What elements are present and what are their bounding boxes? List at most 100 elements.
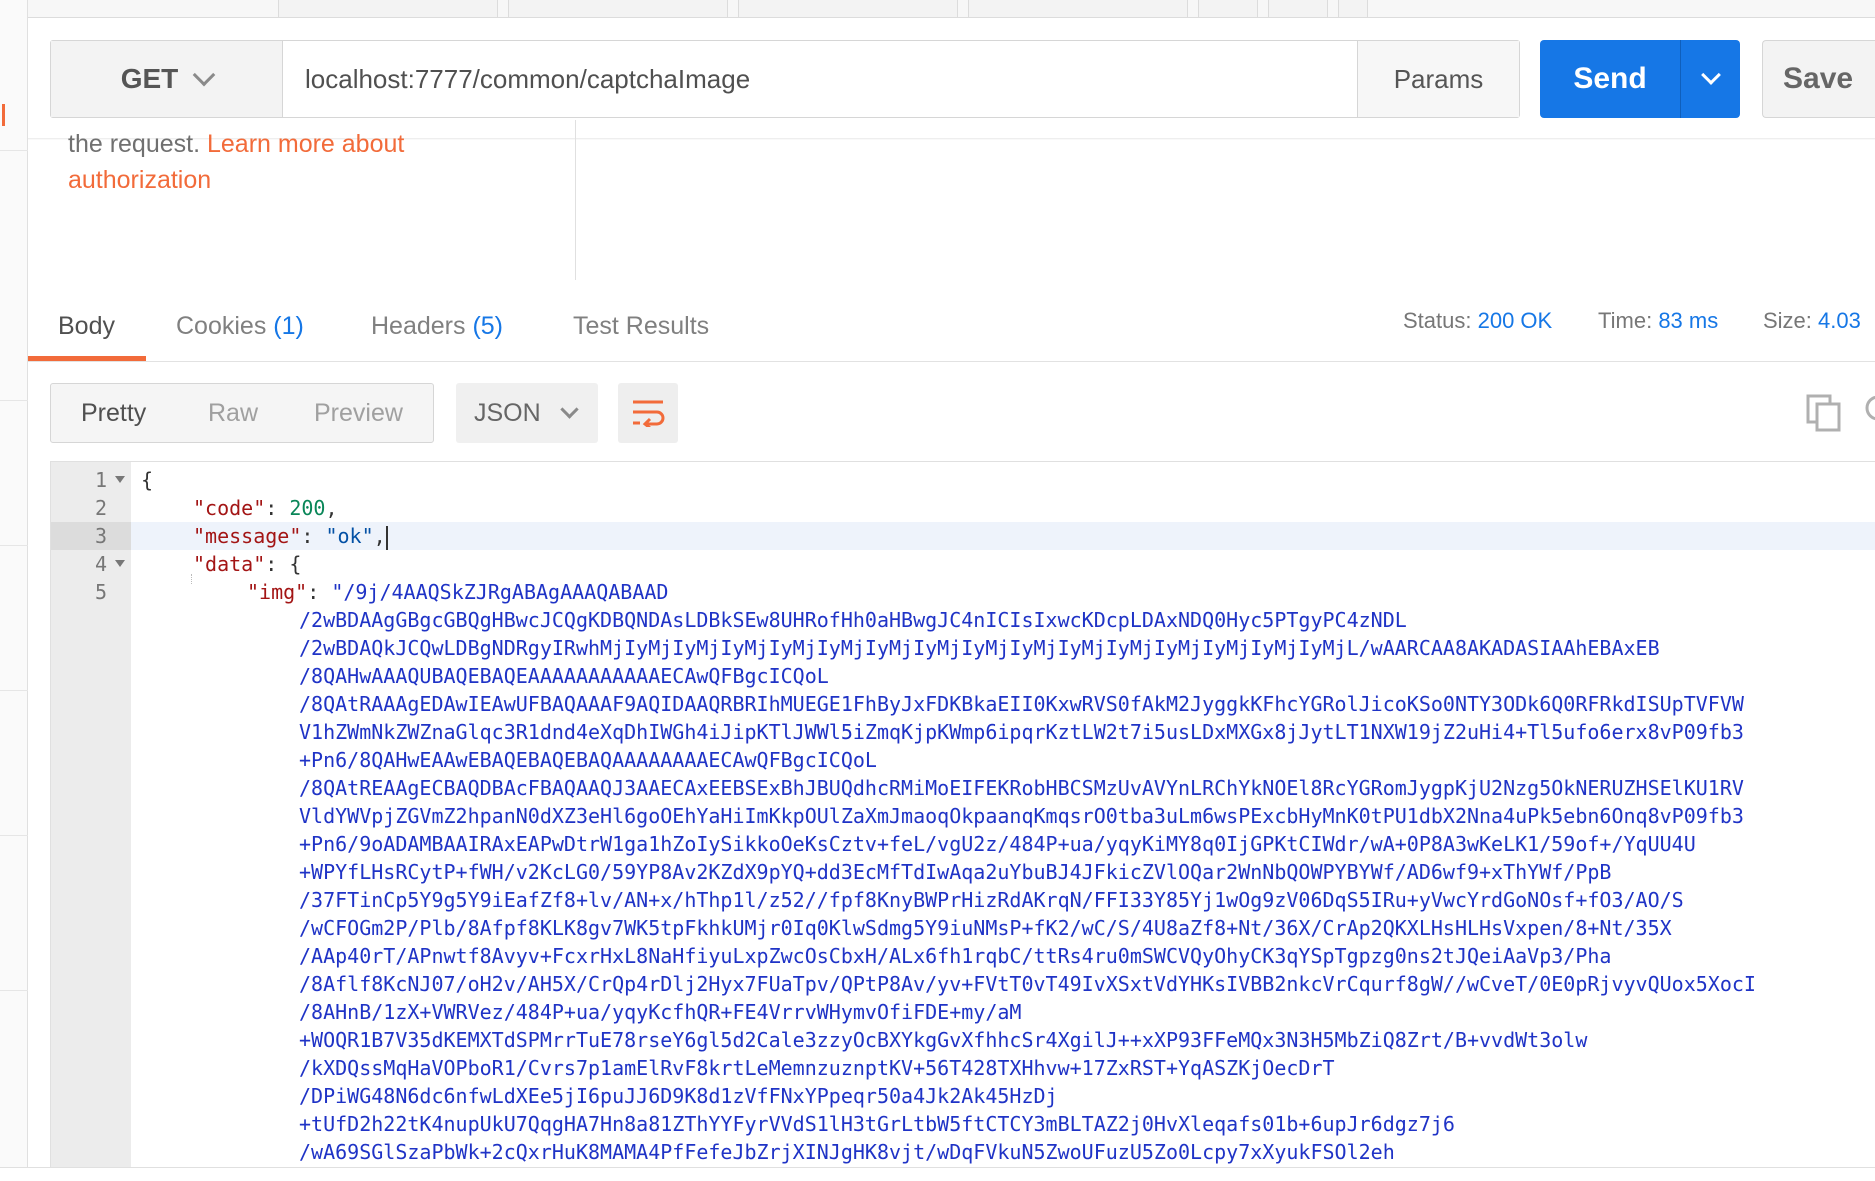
active-item-marker (2, 104, 5, 126)
img-data-line: VldYWVpjZGVmZ2hpanN0dXZ3eHl6goOEhYaHiImK… (299, 804, 1744, 828)
tab-cookies[interactable]: Cookies (1) (176, 312, 304, 341)
time-value[interactable]: 83 ms (1658, 308, 1718, 333)
img-data-line: /DPiWG48N6dc6nfwLdXEe5jI6puJJ6D9K8d1zVfF… (299, 1084, 1058, 1108)
json-key: "message" (193, 524, 302, 548)
img-data-line: /AAp40rT/APnwtf8Avyv+FcxrHxL8NaHfiyuLxpZ… (299, 944, 1612, 968)
chevron-down-icon (559, 399, 579, 419)
line-number: 3 (94, 524, 107, 548)
sidebar-divider (0, 150, 28, 151)
method-select[interactable]: GET (51, 41, 283, 117)
code-line: "message": "ok", (193, 524, 388, 550)
sidebar-divider (0, 690, 28, 691)
img-data-line: /2wBDAAgGBgcGBQgHBwcJCQgKDBQNDAsLDBkSEw8… (299, 608, 1407, 632)
request-tab[interactable] (738, 0, 958, 17)
bottom-bar (0, 1167, 1875, 1181)
save-button[interactable]: Save (1762, 40, 1875, 118)
sidebar-divider (0, 400, 28, 401)
img-data-line: /8QAHwAAAQUBAQEBAQEAAAAAAAAAAAECAwQFBgcI… (299, 664, 829, 688)
chevron-down-icon (192, 63, 216, 87)
status-value[interactable]: 200 OK (1478, 308, 1553, 333)
tab-cookies-label: Cookies (176, 312, 267, 340)
img-data-line: /8Aflf8KcNJ07/oH2v/AH5X/CrQp4rDlj2Hyx7FU… (299, 972, 1756, 996)
left-sidebar (0, 0, 28, 1181)
tab-headers-label: Headers (371, 312, 466, 340)
fold-arrow-icon[interactable] (115, 560, 125, 567)
learn-more-link[interactable]: Learn more about (207, 130, 404, 158)
send-button-group: Send (1540, 40, 1740, 118)
status-readout: Status: 200 OK (1403, 308, 1552, 334)
text-cursor (385, 525, 388, 550)
line-number: 5 (94, 580, 107, 604)
tab-cookies-count: (1) (273, 312, 304, 340)
code-line: "img": "/9j/4AAQSkZJRgABAgAAAQABAAD (247, 580, 669, 604)
time-readout: Time: 83 ms (1598, 308, 1718, 334)
img-data-line: /8QAtREAAgECBAQDBAcFBAQAAQJ3AAECAxEEBSEx… (299, 776, 1744, 800)
authorization-link[interactable]: authorization (68, 166, 211, 194)
code-line: "data": { (193, 552, 302, 576)
line-number: 2 (94, 496, 107, 520)
auth-help-text: the request. Learn more about authorizat… (68, 126, 568, 198)
img-data-line: +WOQR1B7V35dKEMXTdSPMrrTuE78rseY6gl5d2Ca… (299, 1028, 1588, 1052)
img-data-line: +Pn6/9oADAMBAAIRAxEAPwDtrW1ga1hZoIySikko… (299, 832, 1696, 856)
img-data-line: /wA69SGlSzaPbWk+2cQxrHuK8MAMA4PfFefeJbZr… (299, 1140, 1395, 1164)
request-tab-strip (28, 0, 1875, 18)
active-line-highlight (131, 522, 1875, 550)
status-label: Status: (1403, 308, 1472, 333)
img-data-line: /8AHnB/1zX+VWRVez/484P+ua/yqyKcfhQR+FE4V… (299, 1000, 1022, 1024)
format-select-value: JSON (474, 398, 541, 427)
request-tab[interactable] (508, 0, 728, 17)
view-mode-group: Pretty Raw Preview (50, 383, 434, 443)
request-tab[interactable] (1268, 0, 1328, 17)
active-tab-underline (28, 356, 146, 361)
size-label: Size: (1763, 308, 1812, 333)
request-tab[interactable] (1198, 0, 1258, 17)
img-data-line: /kXDQssMqHaVOPboR1/Cvrs7p1amElRvF8krtLeM… (299, 1056, 1335, 1080)
code-line: { (141, 468, 153, 492)
view-pretty-button[interactable]: Pretty (81, 399, 146, 428)
view-raw-button[interactable]: Raw (208, 399, 258, 428)
tab-test-results[interactable]: Test Results (573, 312, 709, 341)
img-data-line: /37FTinCp5Y9g5Y9iEafZf8+lv/AN+x/hThp1l/z… (299, 888, 1684, 912)
img-data-line: +WPYfLHsRCytP+fWH/v2KcLG0/59YP8Av2KZdX9p… (299, 860, 1612, 884)
request-tab[interactable] (968, 0, 1188, 17)
send-button[interactable]: Send (1540, 40, 1680, 118)
img-data-line: +Pn6/8QAHwEAAwEBAQEBAQEBAQAAAAAAAAECAwQF… (299, 748, 877, 772)
sidebar-divider (0, 545, 28, 546)
auth-help-prefix: the request. (68, 130, 201, 158)
view-preview-button[interactable]: Preview (314, 399, 403, 428)
tab-test-results-label: Test Results (573, 312, 710, 340)
copy-icon[interactable] (1806, 394, 1842, 432)
auth-panel-divider (575, 120, 576, 280)
response-body-editor[interactable]: 1 2 3 4 5 { "code": 200, "message": "ok"… (50, 461, 1875, 1167)
json-number: 200 (289, 496, 326, 520)
img-data-line: /2wBDAQkJCQwLDBgNDRgyIRwhMjIyMjIyMjIyMjI… (299, 636, 1660, 660)
method-label: GET (120, 63, 179, 94)
json-key: "data" (193, 552, 266, 576)
img-data-line: /8QAtRAAAgEDAwIEAwUFBAQAAAF9AQIDAAQRBRIh… (299, 692, 1744, 716)
time-label: Time: (1598, 308, 1653, 333)
tab-body-label: Body (58, 312, 115, 340)
url-input[interactable]: localhost:7777/common/captchaImage (283, 41, 1357, 117)
fold-arrow-icon[interactable] (115, 476, 125, 483)
tab-body[interactable]: Body (58, 312, 115, 341)
size-value[interactable]: 4.03 (1818, 308, 1861, 333)
json-key: "img" (247, 580, 308, 604)
tab-headers[interactable]: Headers (5) (371, 312, 503, 341)
img-data-line: +tUfD2h22tK4nupUkU7QqgHA7Hn8a81ZThYYFyrV… (299, 1112, 1455, 1136)
send-options-button[interactable] (1680, 40, 1740, 118)
sidebar-divider (0, 990, 28, 991)
chevron-down-icon (1700, 65, 1721, 85)
search-icon[interactable] (1862, 394, 1875, 426)
img-data-line: /wCFOGm2P/Plb/8Afpf8KLK8gv7WK5tpFkhkUMjr… (299, 916, 1672, 940)
format-select[interactable]: JSON (456, 383, 598, 443)
size-readout: Size: 4.03 (1763, 308, 1861, 334)
json-string: "ok" (325, 524, 374, 548)
indent-guide (191, 574, 192, 584)
request-tab[interactable] (1338, 0, 1368, 17)
request-tab[interactable] (278, 0, 498, 17)
sidebar-divider (0, 835, 28, 836)
code-line: "code": 200, (193, 496, 338, 520)
open-brace: { (141, 468, 154, 492)
params-button[interactable]: Params (1357, 41, 1519, 117)
wrap-lines-button[interactable] (618, 383, 678, 443)
